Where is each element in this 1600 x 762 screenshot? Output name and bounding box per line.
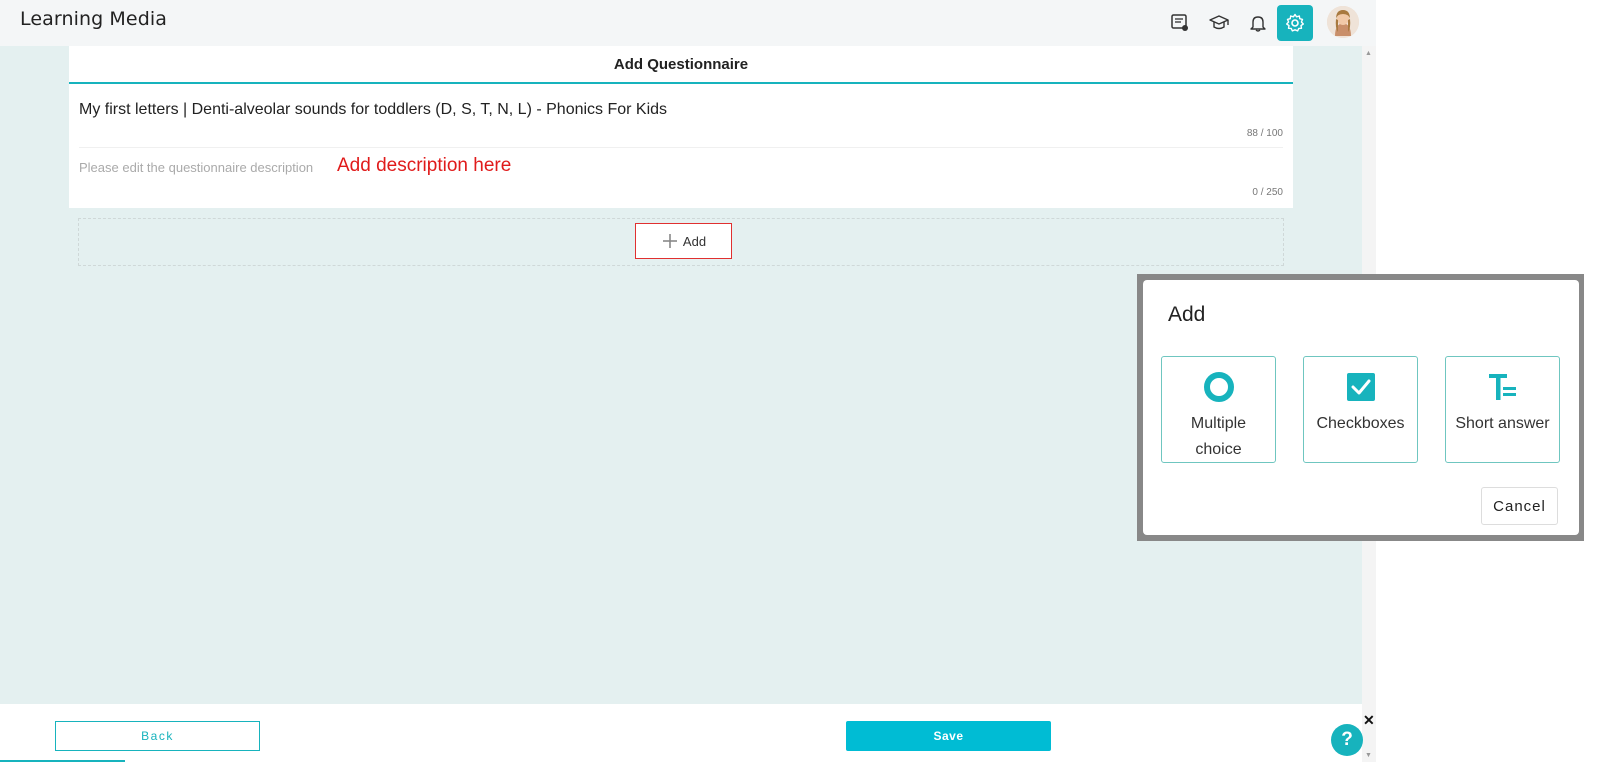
card-header: Add Questionnaire bbox=[69, 46, 1293, 84]
add-question-label: Add bbox=[682, 233, 707, 249]
option-label: Multiple choice bbox=[1190, 415, 1247, 458]
option-multiple-choice[interactable]: Multiple choice bbox=[1161, 356, 1276, 463]
card-title: Add Questionnaire bbox=[613, 55, 749, 73]
save-button[interactable]: Save bbox=[846, 721, 1051, 751]
scroll-down-icon[interactable]: ▼ bbox=[1365, 752, 1372, 759]
help-button[interactable]: ? bbox=[1331, 724, 1363, 756]
close-icon[interactable]: ✕ bbox=[1363, 712, 1375, 729]
title-counter: 88 / 100 bbox=[1246, 128, 1283, 139]
description-field[interactable]: Please edit the questionnaire descriptio… bbox=[79, 160, 313, 175]
add-question-button[interactable]: Add bbox=[635, 223, 732, 259]
back-button[interactable]: Back bbox=[55, 721, 260, 751]
dialog-title: Add bbox=[1168, 303, 1206, 326]
field-divider bbox=[79, 147, 1283, 148]
footer-bar: Back Save bbox=[0, 704, 1362, 762]
option-checkboxes[interactable]: Checkboxes bbox=[1303, 356, 1418, 463]
option-short-answer[interactable]: Short answer bbox=[1445, 356, 1560, 463]
option-label: Checkboxes bbox=[1316, 415, 1405, 432]
top-header: Learning Media bbox=[0, 0, 1376, 46]
radio-icon bbox=[1203, 371, 1235, 403]
checkbox-icon bbox=[1345, 371, 1377, 403]
description-counter: 0 / 250 bbox=[1252, 187, 1283, 198]
questionnaire-title-field[interactable]: My first letters | Denti-alveolar sounds… bbox=[79, 101, 667, 119]
questionnaire-card: Add Questionnaire My first letters | Den… bbox=[69, 46, 1293, 208]
avatar[interactable] bbox=[1327, 6, 1359, 38]
gear-icon[interactable] bbox=[1277, 5, 1313, 41]
feedback-icon[interactable] bbox=[1164, 7, 1196, 39]
cancel-button[interactable]: Cancel bbox=[1481, 487, 1558, 525]
plus-icon bbox=[662, 234, 677, 248]
graduation-cap-icon[interactable] bbox=[1203, 7, 1235, 39]
app-window: Learning Media Add Questionnaire My firs… bbox=[0, 0, 1600, 762]
bell-icon[interactable] bbox=[1242, 7, 1274, 39]
option-label: Short answer bbox=[1455, 415, 1550, 432]
annotation-add-description: Add description here bbox=[337, 155, 512, 176]
add-question-dialog: Add Multiple choice Checkboxes Short ans… bbox=[1143, 280, 1579, 535]
app-brand: Learning Media bbox=[20, 8, 167, 30]
scroll-up-icon[interactable]: ▲ bbox=[1365, 50, 1372, 57]
text-icon bbox=[1487, 371, 1519, 403]
